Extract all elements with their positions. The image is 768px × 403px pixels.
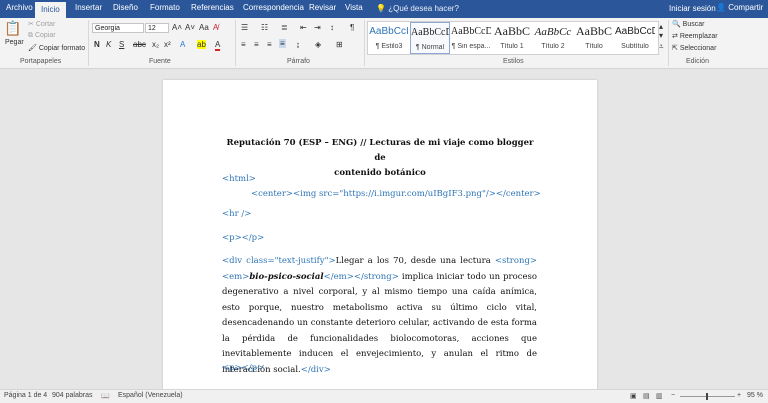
print-layout-icon[interactable]: ▤ xyxy=(643,392,650,400)
person-icon: 👤 xyxy=(716,3,726,12)
font-name-combo[interactable]: Georgia xyxy=(92,23,144,33)
search-icon: 🔍 xyxy=(672,21,681,28)
tab-formato[interactable]: Formato xyxy=(150,3,180,12)
text-effects-icon[interactable]: A xyxy=(180,40,185,49)
replace-icon: ⇄ xyxy=(672,33,678,40)
gallery-more-icon[interactable]: ⩡ xyxy=(659,42,664,52)
style-titulo[interactable]: AaBbC Título xyxy=(574,22,614,54)
signin-link[interactable]: Iniciar sesión xyxy=(669,4,716,13)
style-titulo1[interactable]: AaBbC Título 1 xyxy=(492,22,532,54)
underline-icon[interactable]: S xyxy=(119,40,124,49)
divider xyxy=(235,20,236,66)
increase-indent-icon[interactable]: ⇥ xyxy=(314,23,321,32)
cursor-icon: ⇱ xyxy=(672,45,678,52)
document-page[interactable]: Reputación 70 (ESP – ENG) // Lecturas de… xyxy=(163,80,597,392)
read-mode-icon[interactable]: ▣ xyxy=(630,392,637,400)
zoom-in-icon[interactable]: + xyxy=(737,392,741,399)
paragraph-group-label: Párrafo xyxy=(287,58,310,65)
tab-insertar[interactable]: Insertar xyxy=(75,3,102,12)
editing-group-label: Edición xyxy=(686,58,709,65)
word-count[interactable]: 904 palabras xyxy=(52,392,92,399)
code-line: <p></p> xyxy=(222,363,265,373)
gallery-scroll-down-icon[interactable]: ▾ xyxy=(659,31,663,40)
strikethrough-icon[interactable]: abc xyxy=(133,40,146,49)
divider xyxy=(88,20,89,66)
document-title: Reputación 70 (ESP – ENG) // Lecturas de… xyxy=(226,138,534,178)
bold-icon[interactable]: N xyxy=(94,40,100,49)
language-indicator[interactable]: Español (Venezuela) xyxy=(118,392,183,399)
tab-vista[interactable]: Vista xyxy=(345,3,363,12)
zoom-slider-thumb[interactable] xyxy=(706,393,708,400)
tab-referencias[interactable]: Referencias xyxy=(191,3,234,12)
divider xyxy=(364,20,365,66)
status-bar: Página 1 de 4 904 palabras 📖 Español (Ve… xyxy=(0,389,768,403)
font-size-combo[interactable]: 12 xyxy=(145,23,169,33)
tab-inicio[interactable]: Inicio xyxy=(35,2,66,18)
font-group-label: Fuente xyxy=(149,58,171,65)
zoom-level[interactable]: 95 % xyxy=(747,392,763,399)
pilcrow-icon[interactable]: ¶ xyxy=(350,23,354,32)
line-spacing-icon[interactable]: ↨ xyxy=(296,40,300,49)
superscript-icon[interactable]: x² xyxy=(164,40,171,49)
multilevel-list-icon[interactable]: ≣ xyxy=(281,23,288,32)
select-button[interactable]: ⇱ Seleccionar xyxy=(672,44,716,52)
style-estilo3[interactable]: AaBbCcI ¶ Estilo3 xyxy=(369,22,409,54)
decrease-indent-icon[interactable]: ⇤ xyxy=(300,23,307,32)
ribbon: 📋 Pegar ✂ Cortar ⧉ Copiar 🖌 Copiar forma… xyxy=(0,18,768,69)
body-paragraph: <div class="text-justify">Llegar a los 7… xyxy=(222,256,538,375)
subscript-icon[interactable]: x₂ xyxy=(152,40,159,49)
web-layout-icon[interactable]: ▥ xyxy=(656,392,663,400)
page-count[interactable]: Página 1 de 4 xyxy=(4,392,47,399)
copy-button[interactable]: ⧉ Copiar xyxy=(28,32,56,40)
align-left-icon[interactable]: ≡ xyxy=(241,40,246,49)
clear-format-icon[interactable]: A̸ xyxy=(213,23,218,32)
change-case-icon[interactable]: Aa xyxy=(199,23,209,32)
code-line: <html> xyxy=(222,174,256,184)
lightbulb-icon: 💡 xyxy=(376,4,386,13)
clipboard-group-label: Portapapeles xyxy=(20,58,62,65)
font-color-icon[interactable]: A xyxy=(215,40,221,51)
code-line: <p></p> xyxy=(222,233,265,243)
style-subtitulo[interactable]: AaBbCcD Subtítulo xyxy=(615,22,655,54)
justify-icon[interactable]: ≡ xyxy=(279,39,286,48)
bullets-icon[interactable]: ☰ xyxy=(241,23,248,32)
highlight-icon[interactable]: ab xyxy=(197,40,206,49)
gallery-scroll-up-icon[interactable]: ▴ xyxy=(659,22,663,31)
grow-font-icon[interactable]: A˄ xyxy=(172,23,182,32)
code-line: <hr /> xyxy=(222,209,252,219)
shrink-font-icon[interactable]: A˅ xyxy=(185,23,195,32)
brush-icon: 🖌 xyxy=(28,45,37,52)
paste-icon[interactable]: 📋 xyxy=(4,20,21,37)
style-sin-espaciado[interactable]: AaBbCcDc ¶ Sin espa... xyxy=(451,22,491,54)
shading-icon[interactable]: ◈ xyxy=(315,40,321,49)
styles-gallery: AaBbCcI ¶ Estilo3 AaBbCcDc ¶ Normal AaBb… xyxy=(367,21,659,55)
tab-archivo[interactable]: Archivo xyxy=(6,3,33,12)
align-center-icon[interactable]: ≡ xyxy=(254,40,259,49)
zoom-out-icon[interactable]: − xyxy=(671,392,675,399)
numbering-icon[interactable]: ☷ xyxy=(261,23,268,32)
find-button[interactable]: 🔍 Buscar xyxy=(672,20,704,28)
title-tab-bar: Archivo Inicio Insertar Diseño Formato R… xyxy=(0,0,768,18)
style-titulo2[interactable]: AaBbCc Título 2 xyxy=(533,22,573,54)
proofing-icon[interactable]: 📖 xyxy=(101,392,110,400)
tab-diseno[interactable]: Diseño xyxy=(113,3,138,12)
align-right-icon[interactable]: ≡ xyxy=(267,40,272,49)
code-line: <center><img src="https://i.imgur.com/uI… xyxy=(251,189,541,199)
italic-icon[interactable]: K xyxy=(106,40,111,49)
tab-revisar[interactable]: Revisar xyxy=(309,3,336,12)
replace-button[interactable]: ⇄ Reemplazar xyxy=(672,32,718,40)
tab-correspondencia[interactable]: Correspondencia xyxy=(243,3,304,12)
sort-icon[interactable]: ↕ xyxy=(330,23,334,32)
tell-me-box[interactable]: 💡 ¿Qué desea hacer? xyxy=(376,4,459,13)
format-painter-button[interactable]: 🖌 Copiar formato xyxy=(28,44,85,52)
borders-icon[interactable]: ⊞ xyxy=(336,40,343,49)
scissors-icon: ✂ xyxy=(28,21,34,28)
divider xyxy=(668,20,669,66)
style-normal[interactable]: AaBbCcDc ¶ Normal xyxy=(410,22,450,54)
styles-group-label: Estilos xyxy=(503,58,524,65)
copy-icon: ⧉ xyxy=(28,32,33,39)
paste-button[interactable]: Pegar xyxy=(5,39,24,46)
cut-button[interactable]: ✂ Cortar xyxy=(28,20,55,28)
share-button[interactable]: 👤 Compartir xyxy=(716,3,763,12)
